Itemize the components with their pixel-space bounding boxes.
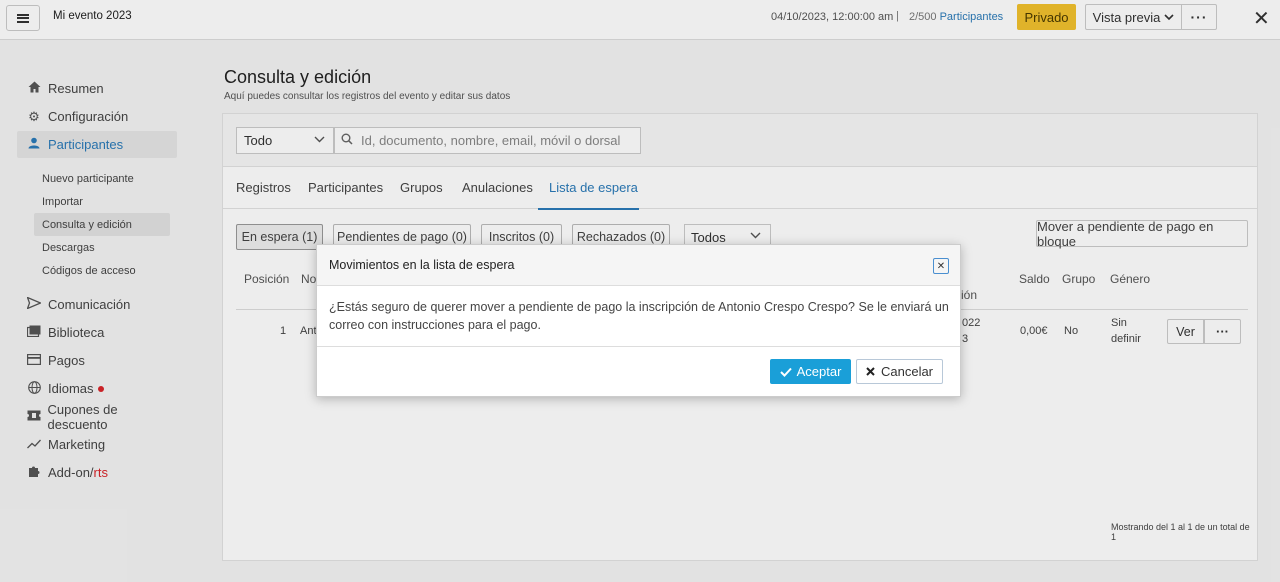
dialog-header: Movimientos en la lista de espera ✕: [317, 245, 960, 286]
dialog-footer-divider: [317, 346, 960, 347]
confirm-dialog: Movimientos en la lista de espera ✕ ¿Est…: [316, 244, 961, 397]
dialog-title: Movimientos en la lista de espera: [329, 258, 515, 272]
check-icon: [779, 367, 792, 377]
cancel-button[interactable]: Cancelar: [856, 359, 943, 384]
accept-button[interactable]: Aceptar: [770, 359, 851, 384]
dialog-message: ¿Estás seguro de querer mover a pendient…: [329, 300, 949, 332]
close-icon: [866, 367, 875, 376]
cancel-label: Cancelar: [880, 364, 934, 379]
dialog-close-button[interactable]: ✕: [933, 258, 949, 274]
accept-label: Aceptar: [796, 364, 842, 379]
